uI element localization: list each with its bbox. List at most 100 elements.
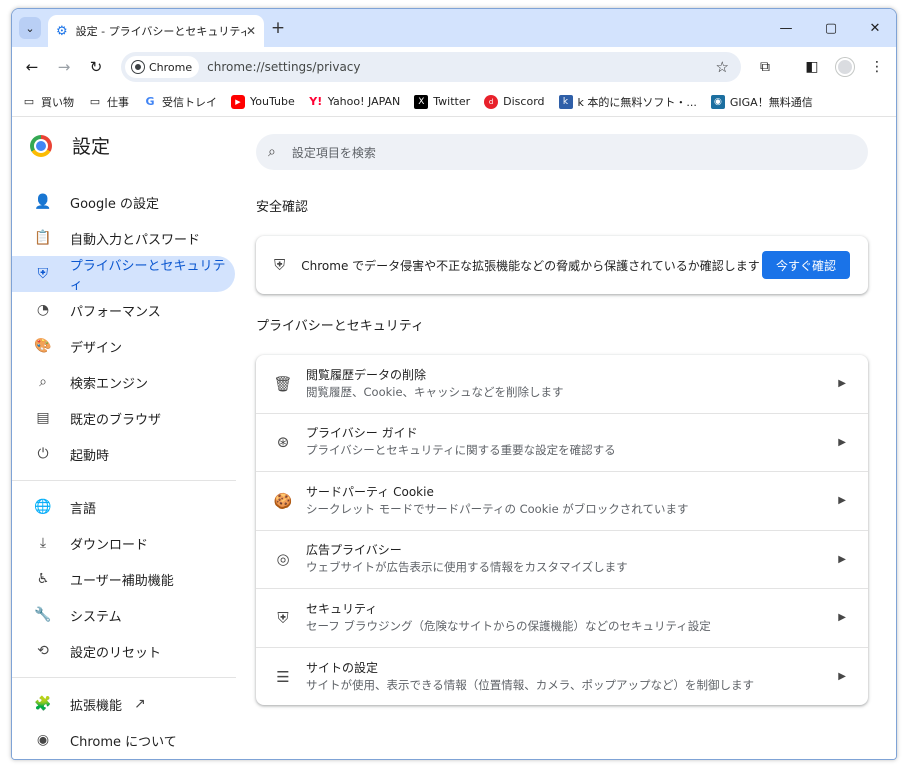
row-site-settings[interactable]: ☰ サイトの設定 サイトが使用、表示できる情報（位置情報、カメラ、ポップアップな…: [256, 648, 868, 707]
row-ad-privacy[interactable]: ◎ 広告プライバシー ウェブサイトが広告表示に使用する情報をカスタマイズします …: [256, 531, 868, 589]
row-title: サードパーティ Cookie: [306, 484, 434, 499]
bookmark-item[interactable]: ▭ 買い物: [22, 94, 74, 110]
youtube-icon: ▶: [231, 94, 245, 109]
yahoo-icon: Y!: [309, 95, 323, 108]
sidebar-item-label: ダウンロード: [70, 537, 149, 553]
bookmark-item[interactable]: d Discord: [484, 94, 545, 109]
sidebar-item-label: Chrome について: [70, 734, 177, 750]
chevron-right-icon: ▶: [838, 612, 846, 624]
chevron-right-icon: ▶: [838, 378, 846, 390]
tab-title: 設定 - プライバシーとセキュリティ: [75, 25, 246, 38]
row-third-party-cookies[interactable]: 🍪 サードパーティ Cookie シークレット モードでサードパーティの Coo…: [256, 472, 868, 531]
row-privacy-guide[interactable]: ⊛ プライバシー ガイド プライバシーとセキュリティに関する重要な設定を確認する…: [256, 414, 868, 472]
profile-button[interactable]: [833, 55, 857, 79]
search-icon: ⌕: [268, 144, 276, 160]
address-bar[interactable]: Chrome chrome://settings/privacy ☆: [121, 52, 741, 82]
row-title: 広告プライバシー: [306, 543, 402, 558]
row-title: サイトの設定: [306, 660, 379, 675]
k-icon: k: [558, 94, 573, 109]
site-info-chip[interactable]: Chrome: [125, 56, 200, 78]
sidebar-item-label: 拡張機能: [70, 698, 123, 714]
sidebar-item-autofill[interactable]: 📋 自動入力とパスワード: [12, 220, 235, 256]
reset-icon: ⟲: [37, 643, 49, 659]
chevron-right-icon: ▶: [838, 671, 846, 683]
row-subtitle: セーフ ブラウジング（危険なサイトからの保護機能）などのセキュリティ設定: [306, 618, 711, 633]
privacy-card: 🗑 閲覧履歴データの削除 閲覧履歴、Cookie、キャッシュなどを削除します ▶…: [256, 355, 868, 705]
menu-button[interactable]: ⋮: [865, 55, 889, 79]
sidebar-item-extensions[interactable]: 🧩 拡張機能 ↗: [12, 686, 235, 722]
avatar: [836, 58, 854, 76]
sidebar-item-appearance[interactable]: 🎨 デザイン: [12, 328, 235, 364]
sidebar-item-label: 設定のリセット: [70, 645, 162, 661]
close-window-button[interactable]: ✕: [853, 9, 896, 47]
sidebar-item-label: パフォーマンス: [70, 304, 161, 320]
row-security[interactable]: ⛨ セキュリティ セーフ ブラウジング（危険なサイトからの保護機能）などのセキュ…: [256, 589, 868, 648]
bookmark-item[interactable]: G 受信トレイ: [143, 94, 217, 110]
minimize-button[interactable]: —: [764, 9, 808, 47]
sidebar-item-reset[interactable]: ⟲ 設定のリセット: [12, 633, 235, 669]
row-title: 閲覧履歴データの削除: [306, 367, 427, 382]
bookmark-item[interactable]: ◉ GIGA！無料通信: [710, 94, 813, 110]
sidebar-item-downloads[interactable]: ⤓ ダウンロード: [12, 525, 235, 561]
row-subtitle: シークレット モードでサードパーティの Cookie がブロックされています: [306, 501, 689, 516]
back-arrow-icon: ←: [25, 58, 39, 76]
bookmark-star-icon[interactable]: ☆: [716, 58, 729, 76]
sidebar-item-search-engine[interactable]: ⌕ 検索エンジン: [12, 364, 235, 400]
forward-button[interactable]: →: [52, 55, 76, 79]
url-text[interactable]: chrome://settings/privacy: [207, 60, 715, 74]
download-icon: ⤓: [39, 535, 47, 551]
sidebar-item-google[interactable]: 👤 Google の設定: [12, 184, 235, 220]
chip-label: Chrome: [149, 60, 193, 74]
sidebar-item-system[interactable]: 🔧 システム: [12, 597, 235, 633]
compass-icon: ⊛: [276, 433, 290, 452]
tab-strip: ⌄ ⚙ 設定 - プライバシーとセキュリティ ✕ + — ▢ ✕: [12, 9, 896, 47]
bookmark-item[interactable]: kk 本的に無料ソフト・...: [558, 94, 697, 110]
speedometer-icon: ◔: [36, 302, 50, 318]
page-title: 設定: [72, 136, 111, 158]
extensions-button[interactable]: ⧉: [753, 55, 777, 79]
safety-check-text: Chrome でデータ侵害や不正な拡張機能などの脅威から保護されているか確認しま…: [301, 258, 760, 273]
settings-search[interactable]: ⌕ 設定項目を検索: [256, 134, 868, 170]
check-now-button[interactable]: 今すぐ確認: [762, 251, 850, 279]
accessibility-icon: ♿: [36, 571, 50, 587]
google-icon: G: [145, 95, 155, 108]
settings-sidebar: 設定 👤 Google の設定 📋 自動入力とパスワード ⛨ プライバシーとセキュリテ…: [12, 118, 238, 759]
clipboard-icon: 📋: [34, 230, 52, 246]
reload-button[interactable]: ↻: [84, 55, 108, 79]
wrench-icon: 🔧: [34, 607, 52, 623]
active-tab[interactable]: ⚙ 設定 - プライバシーとセキュリティ ✕: [48, 15, 264, 47]
row-clear-browsing-data[interactable]: 🗑 閲覧履歴データの削除 閲覧履歴、Cookie、キャッシュなどを削除します ▶: [256, 355, 868, 414]
row-subtitle: ウェブサイトが広告表示に使用する情報をカスタマイズします: [306, 560, 628, 575]
side-panel-button[interactable]: ◧: [800, 55, 824, 79]
sidebar-item-label: 言語: [70, 501, 97, 517]
bookmark-item[interactable]: X Twitter: [414, 94, 470, 109]
search-input[interactable]: 設定項目を検索: [292, 144, 376, 161]
bookmark-item[interactable]: ▶ YouTube: [231, 94, 295, 109]
bookmarks-bar: ▭ 買い物 ▭ 仕事 G 受信トレイ ▶ YouTube Y! Yahoo! JAPAN …: [12, 87, 896, 117]
person-icon: 👤: [34, 194, 52, 210]
chrome-icon: [132, 61, 144, 73]
tab-search-button[interactable]: ⌄: [19, 17, 41, 39]
search-icon: ⌕: [39, 374, 47, 390]
shield-icon: ⛨: [274, 256, 286, 274]
sidebar-item-performance[interactable]: ◔ パフォーマンス: [12, 292, 235, 328]
maximize-button[interactable]: ▢: [809, 9, 853, 47]
settings-main: ⌕ 設定項目を検索 安全確認 ⛨ Chrome でデータ侵害や不正な拡張機能など…: [256, 118, 868, 759]
chevron-down-icon: ⌄: [25, 21, 35, 35]
sidebar-item-startup[interactable]: ⏻ 起動時: [12, 436, 235, 472]
tab-close-icon[interactable]: ✕: [246, 24, 256, 38]
sidebar-item-languages[interactable]: 🌐 言語: [12, 489, 235, 525]
sidebar-item-accessibility[interactable]: ♿ ユーザー補助機能: [12, 561, 235, 597]
bookmark-item[interactable]: Y! Yahoo! JAPAN: [309, 95, 400, 109]
sidebar-item-label: ユーザー補助機能: [70, 573, 174, 589]
back-button[interactable]: ←: [20, 55, 44, 79]
new-tab-button[interactable]: +: [268, 18, 288, 38]
browser-icon: ▤: [36, 410, 50, 426]
folder-icon: ▭: [89, 95, 101, 108]
sidebar-item-privacy[interactable]: ⛨ プライバシーとセキュリティ: [12, 256, 235, 293]
bookmark-item[interactable]: ▭ 仕事: [88, 94, 129, 110]
sidebar-item-default-browser[interactable]: ▤ 既定のブラウザ: [12, 400, 235, 436]
power-icon: ⏻: [37, 446, 49, 462]
sidebar-item-label: デザイン: [70, 340, 123, 356]
sidebar-item-about[interactable]: ◉ Chrome について: [12, 722, 235, 758]
